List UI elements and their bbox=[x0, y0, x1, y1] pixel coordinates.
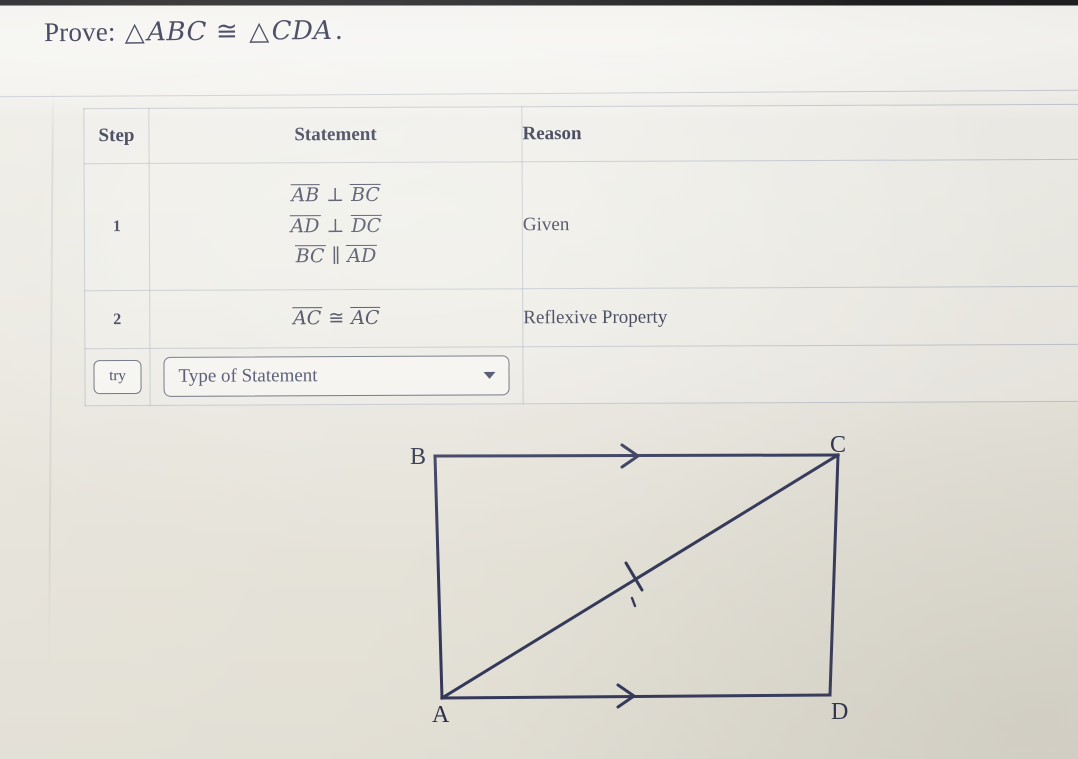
segment-left: AB bbox=[290, 184, 321, 207]
prove-label: Prove: bbox=[43, 16, 116, 48]
statement-cell: AB ⊥ BC AD ⊥ DC BC ∥ AD bbox=[149, 161, 523, 291]
relation-symbol: ≅ bbox=[328, 307, 345, 330]
triangle-icon: △ bbox=[249, 16, 270, 47]
step-number: 2 bbox=[84, 290, 150, 349]
segment-left: AC bbox=[291, 307, 323, 330]
segment-left: AD bbox=[289, 214, 321, 238]
triangle-1-vertices: ABC bbox=[147, 16, 208, 48]
statement-line: BC ∥ AD bbox=[150, 241, 522, 273]
congruent-symbol: ≅ bbox=[215, 16, 239, 47]
statement-line: AB ⊥ BC bbox=[150, 179, 522, 211]
reason-input-cell bbox=[522, 344, 1078, 404]
column-header-step: Step bbox=[83, 108, 150, 164]
segment-ab bbox=[433, 454, 444, 700]
vertex-label-b: B bbox=[410, 444, 427, 470]
table-row: 1 AB ⊥ BC AD ⊥ DC BC ∥ AD Given bbox=[84, 159, 1078, 291]
relation-symbol: ∥ bbox=[331, 245, 341, 268]
try-cell: try bbox=[84, 348, 151, 406]
segment-cd bbox=[828, 453, 840, 697]
statement-type-placeholder: Type of Statement bbox=[178, 365, 318, 387]
bezel-seam bbox=[47, 86, 55, 662]
triangle-2: △CDA bbox=[247, 16, 333, 47]
segment-ac-diagonal bbox=[439, 452, 841, 701]
statement-line: AC ≅ AC bbox=[150, 302, 522, 334]
table-row: 2 AC ≅ AC Reflexive Property bbox=[84, 286, 1078, 349]
segment-right: BC bbox=[350, 183, 381, 207]
segment-ad bbox=[440, 693, 832, 700]
reason-cell: Reflexive Property bbox=[522, 286, 1078, 347]
segment-right: AD bbox=[346, 245, 378, 268]
column-header-statement: Statement bbox=[148, 106, 523, 164]
relation-symbol: ⊥ bbox=[326, 214, 345, 237]
triangle-icon: △ bbox=[124, 17, 146, 48]
prove-statement: Prove: △ABC ≅ △CDA. bbox=[44, 15, 346, 48]
segment-left: BC bbox=[294, 245, 326, 268]
figure-svg bbox=[433, 443, 841, 709]
period: . bbox=[334, 15, 344, 46]
segment-right: DC bbox=[350, 214, 383, 237]
statement-cell: AC ≅ AC bbox=[149, 288, 523, 349]
vertex-label-c: C bbox=[830, 432, 847, 458]
reason-cell: Given bbox=[522, 159, 1078, 289]
relation-symbol: ⊥ bbox=[326, 183, 345, 206]
table-input-row: try Type of Statement bbox=[84, 344, 1078, 406]
congruence-tick-comma-icon bbox=[630, 596, 637, 608]
proof-table-wrapper: Step Statement Reason 1 AB⊥BC AD⊥DC bbox=[83, 104, 1078, 406]
geometry-figure: B C A D bbox=[390, 420, 890, 740]
table-header-row: Step Statement Reason bbox=[83, 104, 1078, 164]
chevron-down-icon bbox=[483, 371, 496, 379]
proof-table: Step Statement Reason 1 AB⊥BC AD⊥DC bbox=[83, 104, 1078, 406]
triangle-2-vertices: CDA bbox=[271, 15, 333, 47]
column-header-reason: Reason bbox=[521, 104, 1078, 162]
segment-right: AC bbox=[350, 307, 381, 330]
vertex-label-d: D bbox=[831, 699, 849, 725]
statement-line: AD ⊥ DC bbox=[150, 210, 522, 242]
vertex-label-a: A bbox=[432, 702, 450, 728]
photographed-screen: Prove: △ABC ≅ △CDA. Step Statement Reaso… bbox=[0, 0, 1078, 759]
try-button[interactable]: try bbox=[93, 359, 142, 395]
statement-input-cell: Type of Statement bbox=[149, 346, 524, 406]
step-number: 1 bbox=[84, 163, 150, 291]
header-divider bbox=[0, 89, 1078, 98]
statement-type-select[interactable]: Type of Statement bbox=[163, 355, 510, 397]
triangle-1: △ABC bbox=[123, 17, 207, 48]
